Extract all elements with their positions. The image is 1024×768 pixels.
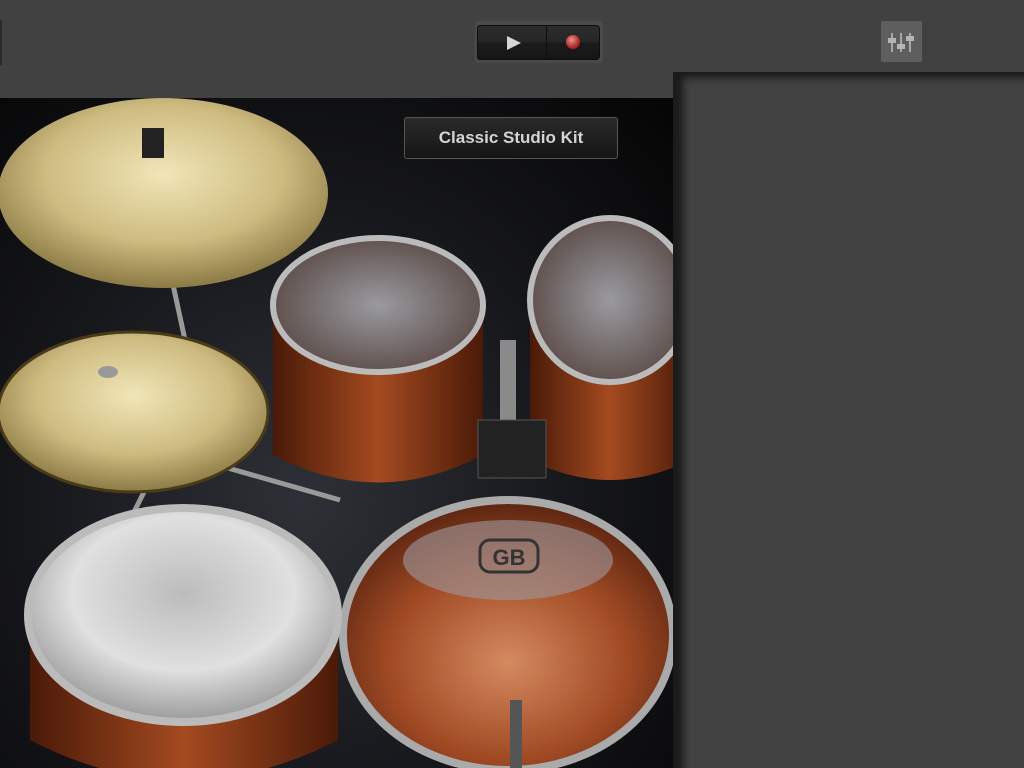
snare-drum[interactable] bbox=[24, 504, 342, 768]
kit-selector-button[interactable]: Classic Studio Kit bbox=[404, 117, 618, 159]
transport-controls bbox=[475, 21, 603, 63]
drum-kit-area: GB bbox=[0, 98, 673, 768]
tom-drum-right[interactable] bbox=[527, 215, 673, 480]
side-panel bbox=[677, 72, 1024, 768]
crash-cymbal[interactable] bbox=[0, 98, 328, 288]
play-button[interactable] bbox=[477, 25, 547, 60]
hihat-cymbal[interactable] bbox=[0, 330, 270, 494]
record-button[interactable] bbox=[546, 25, 600, 60]
kick-logo: GB bbox=[493, 545, 526, 570]
play-icon bbox=[507, 36, 521, 50]
toolbar-edge bbox=[0, 20, 2, 65]
kick-drum[interactable]: GB bbox=[339, 496, 673, 768]
tom-drum-left[interactable] bbox=[270, 235, 486, 483]
mixer-sliders-icon bbox=[888, 33, 914, 52]
record-icon bbox=[566, 35, 580, 49]
mixer-button[interactable] bbox=[881, 21, 922, 62]
